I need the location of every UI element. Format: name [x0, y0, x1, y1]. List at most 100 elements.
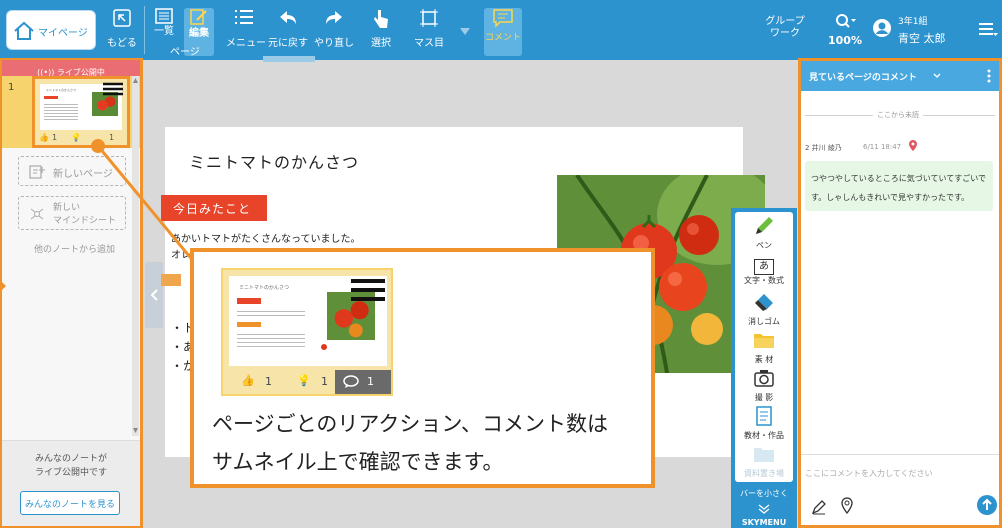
- shrink-bar-button[interactable]: バーを小さく SKYMENU: [731, 488, 797, 528]
- prev-page-handle[interactable]: [145, 262, 163, 328]
- comment-text: つやつやしているところに気づいていてすごいです。しゃしんもきれいで見やすかったで…: [811, 174, 987, 202]
- thumb-like-count: 1: [52, 133, 58, 142]
- thumbnail-menu-icon[interactable]: [103, 82, 123, 96]
- mindmap-icon: [30, 208, 44, 220]
- storage-tool[interactable]: 資料置き場: [735, 444, 793, 480]
- comment-bubble: つやつやしているところに気づいていてすごいです。しゃしんもきれいで見やすかったで…: [805, 161, 993, 211]
- eraser-label: 消しゴム: [748, 317, 780, 326]
- thumbnail-section-bar: [44, 96, 58, 99]
- group-work-label-1: グループ: [765, 16, 805, 27]
- group-work-button[interactable]: グループ ワーク: [760, 16, 810, 40]
- callout-comment-count: 1: [367, 375, 374, 388]
- location-pin-icon[interactable]: [841, 497, 853, 514]
- skymenu-label: SKYMENU: [741, 518, 787, 527]
- chevron-down-icon: [933, 73, 941, 78]
- top-toolbar: マイページ もどる 一覧 編集 ページ メニュー 元に戻す やり直し 選択 マス…: [0, 0, 1002, 60]
- callout-idea-icon: 💡: [297, 374, 311, 387]
- sidebar-scrollbar[interactable]: [132, 76, 139, 436]
- new-mindmap-label-2: マインドシート: [53, 216, 117, 226]
- mypage-label: マイページ: [38, 28, 88, 39]
- teaching-tool[interactable]: 教材・作品: [735, 406, 793, 442]
- thumb-like-icon: 👍: [39, 133, 49, 142]
- undo-label: 元に戻す: [268, 38, 308, 49]
- new-page-button[interactable]: 新しいページ: [18, 156, 126, 186]
- see-everyone-label: みんなのノートを見る: [24, 500, 115, 510]
- avatar-icon: [873, 19, 891, 37]
- comment-input[interactable]: ここにコメントを入力してください: [805, 461, 995, 481]
- callout-thumb-orange: [237, 322, 261, 327]
- comment-entry[interactable]: 2 井川 綾乃 6/11 18:47 つやつやしているところに気づいていてすごい…: [805, 137, 997, 217]
- scroll-up-icon[interactable]: [133, 78, 138, 83]
- document-icon: [756, 406, 772, 426]
- list-view-icon: [155, 8, 173, 24]
- callout-box: ミニトマトのかんさつ 👍 1 💡 1 1 ページごとのリアクション、コメント数は…: [190, 248, 655, 488]
- page-sidebar: ((•)) ライブ公開中 1 ミニトマトのかんさつ 👍 1 💡 1 1 新しいペ…: [0, 58, 143, 528]
- zoom-button[interactable]: 100%: [824, 12, 866, 47]
- thumbnail-title: ミニトマトのかんさつ: [46, 88, 77, 92]
- back-icon: [113, 9, 131, 27]
- handwriting-icon[interactable]: [811, 499, 827, 515]
- group-work-label-2: ワーク: [770, 28, 800, 39]
- user-info[interactable]: 3年1組 青空 太郎: [872, 12, 968, 52]
- menu-label: メニュー: [226, 38, 266, 49]
- scroll-down-icon[interactable]: [133, 428, 138, 433]
- eraser-tool[interactable]: 消しゴム: [735, 292, 793, 328]
- body-line-1: あかいトマトがたくさんなっていました。: [171, 234, 361, 245]
- photo-tool[interactable]: 撮 影: [735, 368, 793, 404]
- callout-thumb-red: [237, 298, 261, 304]
- pen-tool[interactable]: ペン: [735, 216, 793, 252]
- text-tool[interactable]: あ 文字・数式: [735, 254, 793, 290]
- undo-button[interactable]: 元に戻す: [266, 8, 310, 56]
- kebab-menu-icon[interactable]: [987, 69, 991, 83]
- back-button[interactable]: もどる: [104, 8, 140, 56]
- send-icon[interactable]: [977, 495, 997, 515]
- see-everyone-button[interactable]: みんなのノートを見る: [20, 491, 120, 515]
- tab-handle[interactable]: [263, 56, 315, 62]
- orange-marker: [161, 274, 181, 286]
- grid-button[interactable]: マス目: [412, 8, 446, 56]
- hamburger-menu-icon[interactable]: [978, 22, 998, 38]
- page-thumbnail[interactable]: ミニトマトのかんさつ 👍 1 💡 1 1: [32, 76, 130, 148]
- callout-thumb-lines-2: [237, 331, 305, 347]
- new-mindmap-button[interactable]: 新しい マインドシート: [18, 196, 126, 230]
- callout-line-1: ページごとのリアクション、コメント数は: [212, 412, 609, 436]
- grid-icon: [420, 9, 438, 27]
- comment-author: 2 井川 綾乃: [805, 144, 842, 152]
- callout-comment-badge: 1: [335, 370, 391, 394]
- comment-icon: [493, 9, 513, 28]
- speech-bubble-icon: [343, 375, 359, 388]
- section-label: 今日みたこと: [161, 195, 267, 221]
- comment-input-placeholder: ここにコメントを入力してください: [805, 469, 933, 478]
- chevron-down-icon[interactable]: [460, 28, 470, 36]
- material-tool[interactable]: 素 材: [735, 330, 793, 366]
- comment-button[interactable]: コメント: [484, 8, 522, 56]
- grid-label: マス目: [414, 38, 444, 49]
- shrink-bar-label: バーを小さく: [740, 489, 788, 498]
- redo-button[interactable]: やり直し: [312, 8, 356, 56]
- section-label-text: 今日みたこと: [173, 202, 252, 216]
- comment-panel-header[interactable]: 見ているページのコメント: [801, 61, 999, 91]
- menu-button[interactable]: メニュー: [226, 8, 266, 56]
- undo-icon: [280, 11, 296, 24]
- page-number: 1: [8, 82, 15, 93]
- callout-thumb-lines-1: [237, 308, 305, 318]
- mypage-button[interactable]: マイページ: [6, 10, 96, 50]
- pen-icon: [756, 217, 773, 234]
- comment-panel-title: 見ているページのコメント: [809, 73, 917, 83]
- double-chevron-down-icon: [758, 504, 770, 514]
- menu-list-icon: [235, 10, 253, 24]
- callout-like-icon: 👍: [241, 374, 255, 387]
- comment-panel: 見ているページのコメント ここから未読 2 井川 綾乃 6/11 18:47 つ…: [798, 58, 1002, 528]
- select-button[interactable]: 選択: [366, 8, 396, 56]
- comment-label: コメント: [484, 33, 521, 43]
- unread-divider-label: ここから未読: [873, 110, 923, 120]
- everyone-live-2: ライブ公開中です: [34, 468, 107, 478]
- new-page-icon: [29, 165, 45, 179]
- body-line-2: オレ: [171, 250, 191, 261]
- text-tool-glyph: あ: [754, 259, 774, 275]
- callout-thumbnail: ミニトマトのかんさつ 👍 1 💡 1 1: [221, 268, 393, 396]
- tool-palette: ペン あ 文字・数式 消しゴム 素 材 撮 影 教材・作品 資料置き場 バーを小…: [731, 208, 797, 528]
- material-label: 素 材: [754, 355, 774, 364]
- add-from-other-link[interactable]: 他のノートから追加: [34, 242, 115, 255]
- comment-input-area: ここにコメントを入力してください: [801, 454, 999, 525]
